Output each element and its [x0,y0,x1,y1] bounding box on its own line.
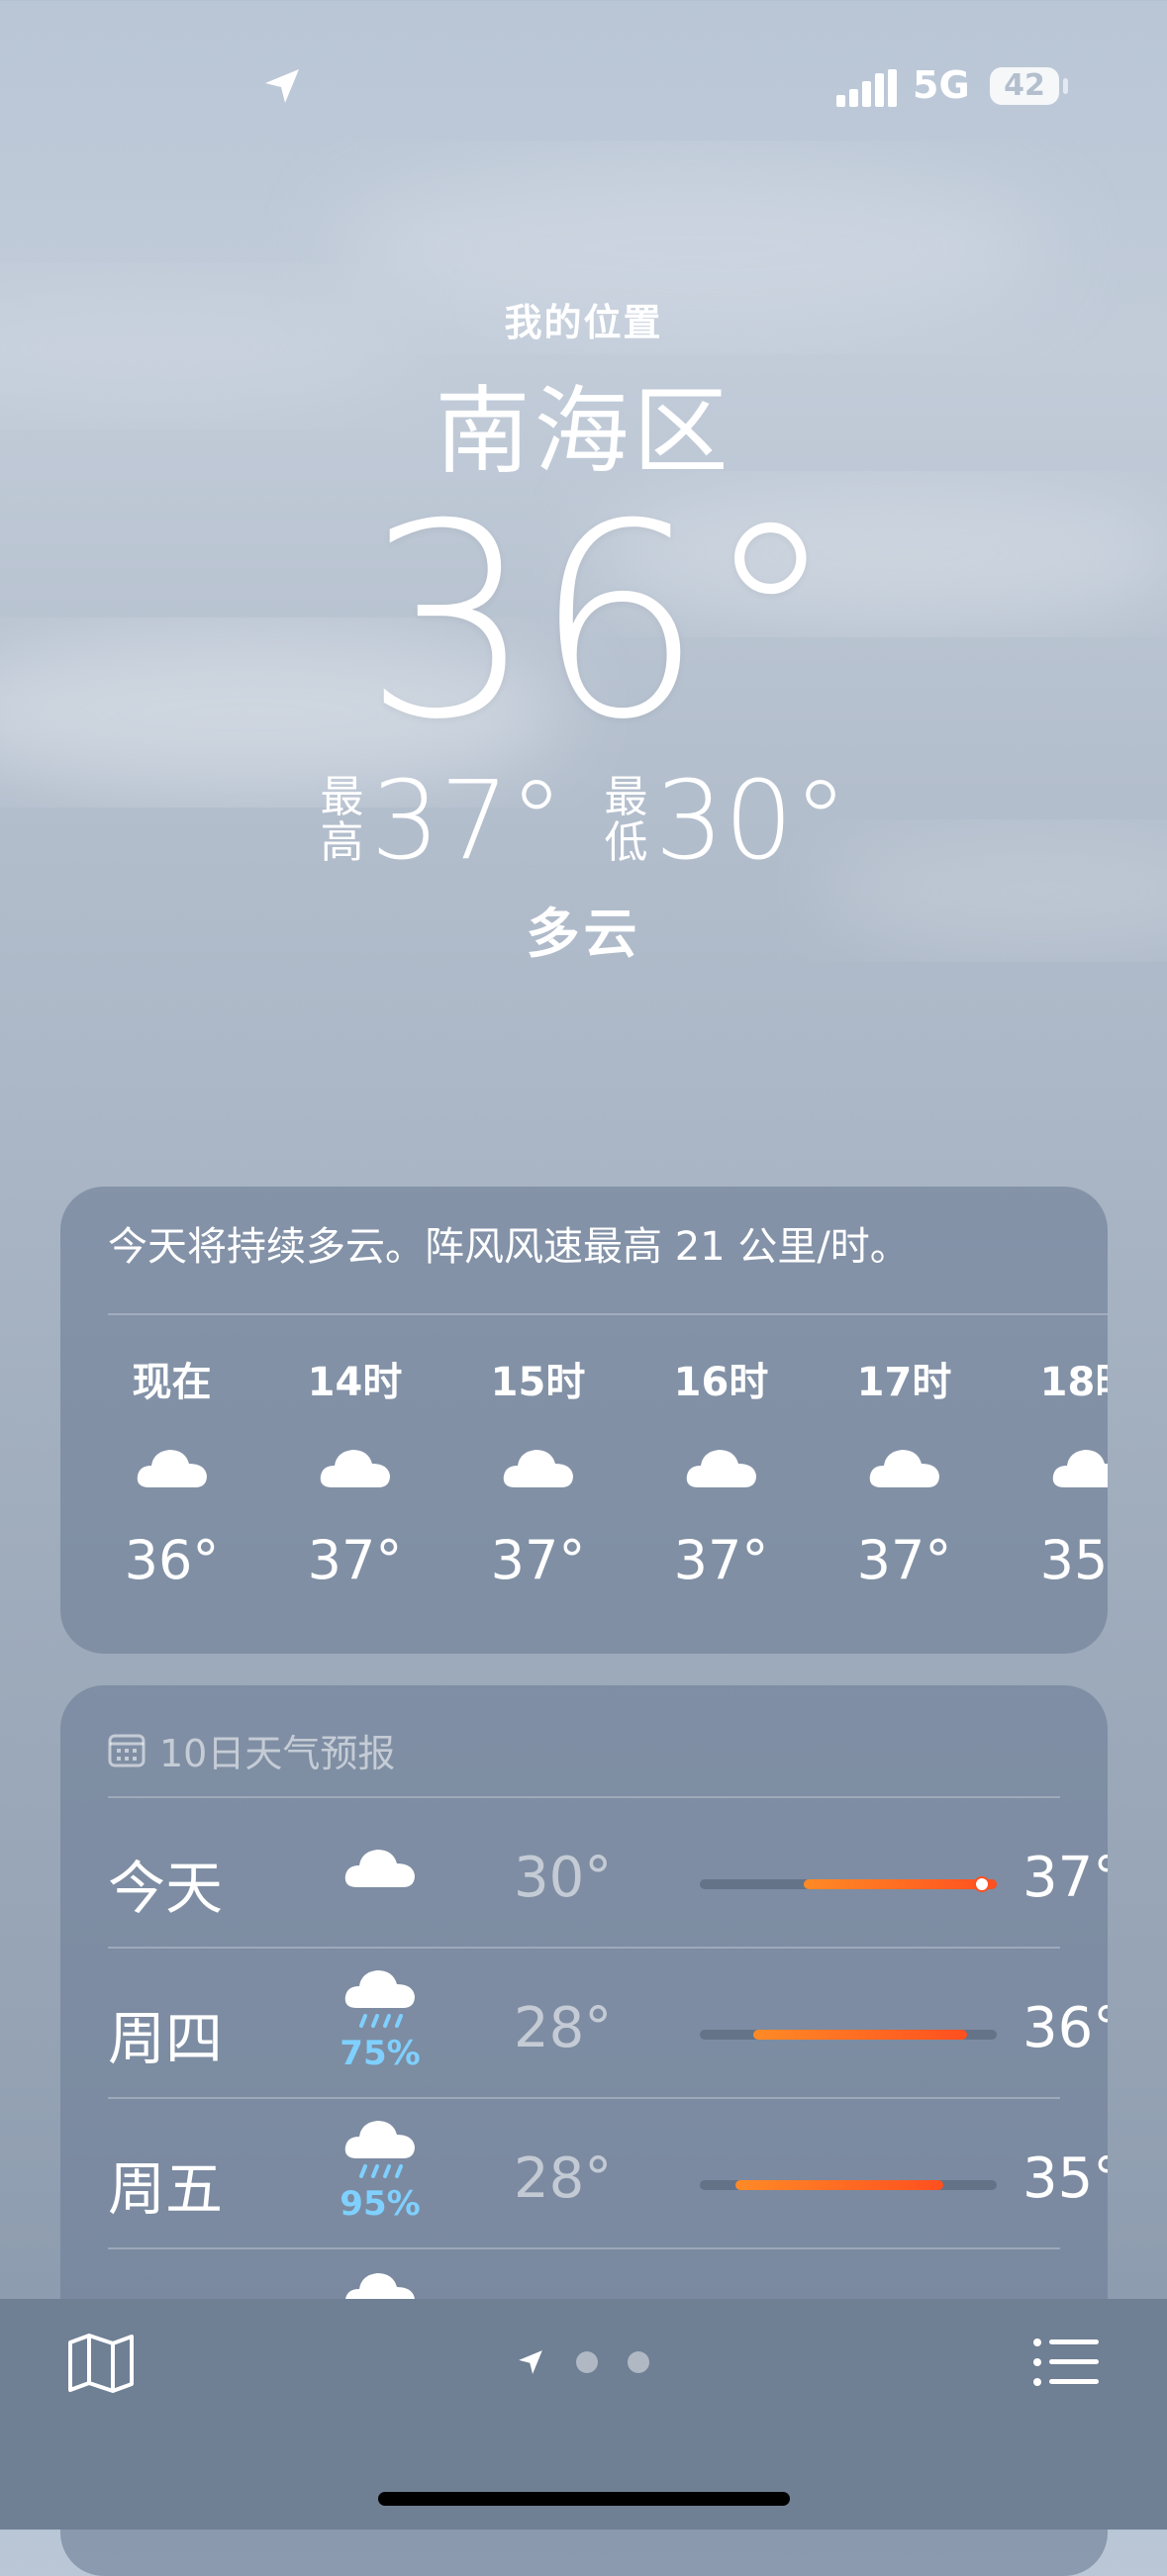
forecast-summary: 今天将持续多云。阵风风速最高 21 公里/时。 [108,1224,910,1270]
day-name: 周五 [108,2155,224,2223]
hour-temp: 37° [490,1529,586,1591]
low-temp: 30° [514,1846,613,1910]
hour-temp: 37° [307,1529,403,1591]
cloud-icon [503,1450,573,1487]
hour-item: 14时 37° [263,1353,446,1600]
hour-time: 18时 [1039,1360,1108,1405]
cloud-icon [1052,1450,1108,1487]
list-icon[interactable] [1033,2338,1099,2386]
low-temp: 28° [514,2147,613,2211]
day-row[interactable]: 周五 95% 28° 35° [108,2097,1108,2247]
divider [108,1313,1108,1315]
battery-icon: 42 [990,67,1059,105]
hour-temp: 37° [856,1529,952,1591]
condition-text: 多云 [526,903,641,965]
cloud-rain-icon [344,2121,415,2178]
hourly-list[interactable]: 现在 36° 14时 37° 15时 37° 16时 37° 17时 37° 1… [80,1353,1108,1600]
precip-chance: 75% [340,2034,421,2073]
location-arrow-icon [265,69,299,103]
cloud-icon [869,1450,939,1487]
precip-chance: 95% [340,2184,421,2224]
hour-time: 17时 [856,1360,952,1405]
temp-range-fill [804,1879,997,1889]
high-temp: 35° [1022,2147,1108,2211]
hour-item: 18时 35° [996,1353,1108,1600]
day-row[interactable]: 周四 75% 28° 36° [108,1947,1108,2097]
low-label: 最低 [604,772,648,868]
cloud-icon [344,1850,415,1887]
home-indicator[interactable] [378,2492,790,2506]
network-type: 5G [913,63,970,107]
temp-range-bar [700,2180,997,2190]
page-dot[interactable] [576,2351,598,2373]
status-bar: 5G 42 [0,59,1167,119]
hourly-forecast-card[interactable]: 今天将持续多云。阵风风速最高 21 公里/时。 现在 36° 14时 37° 1… [60,1187,1108,1654]
cloud-icon [137,1450,207,1487]
low-temp: 30° [654,757,848,884]
low-temp: 28° [514,1996,613,2060]
current-temperature: 36° [363,466,837,778]
temp-range-fill [735,2180,943,2190]
ten-day-title: 10日天气预报 [159,1731,396,1775]
high-temp: 37° [370,757,564,884]
temp-range-bar [700,1876,997,1892]
day-row[interactable]: 今天 30° 37° [108,1796,1108,1947]
hour-time: 16时 [673,1360,769,1405]
battery-tip [1063,78,1068,94]
hour-temp: 36° [124,1529,220,1591]
cellular-signal-icon [836,69,897,107]
hour-item: 17时 37° [813,1353,996,1600]
map-icon[interactable] [67,2333,135,2394]
hour-item: 15时 37° [446,1353,630,1600]
page-indicator[interactable] [515,2346,649,2378]
temp-range-bar [700,2030,997,2040]
high-label: 最高 [320,772,364,868]
hour-time: 现在 [132,1360,212,1405]
hour-item: 现在 36° [80,1353,263,1600]
ten-day-header: 10日天气预报 [60,1685,1108,1784]
my-location-label: 我的位置 [504,301,663,344]
calendar-icon [108,1734,146,1767]
page-dot[interactable] [628,2351,649,2373]
cloud-rain-icon [344,1970,415,2028]
day-name: 周四 [108,2005,224,2072]
hour-time: 15时 [490,1360,586,1405]
day-name: 今天 [108,1855,224,1922]
location-arrow-icon [519,2350,542,2374]
hour-item: 16时 37° [630,1353,813,1600]
temp-range-fill [753,2030,967,2040]
high-temp: 37° [1022,1846,1108,1910]
cloud-icon [320,1450,390,1487]
hour-time: 14时 [307,1360,403,1405]
cloud-icon [686,1450,756,1487]
high-temp: 36° [1022,1996,1108,2060]
weather-header: 我的位置 南海区 36° 最高 37° 最低 30° 多云 [0,292,1167,968]
hour-temp: 35° [1039,1529,1108,1591]
current-temp-dot [974,1876,990,1892]
hour-temp: 37° [673,1529,769,1591]
